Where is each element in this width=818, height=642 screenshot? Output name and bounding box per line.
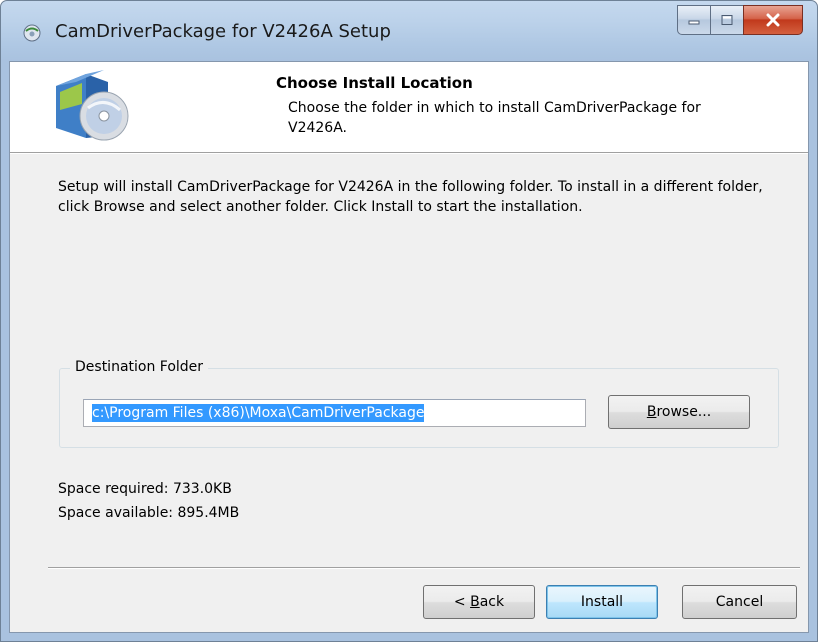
close-button[interactable] — [743, 5, 803, 35]
page-subtitle: Choose the folder in which to install Ca… — [288, 100, 701, 136]
setup-window: CamDriverPackage for V2426A Setup Choose… — [0, 0, 818, 642]
page-title: Choose Install Location — [276, 74, 473, 92]
setup-app-icon — [23, 24, 41, 42]
back-button[interactable]: < Back — [423, 585, 535, 619]
back-accel: B — [470, 594, 480, 610]
install-button[interactable]: Install — [546, 585, 658, 619]
footer-separator — [48, 567, 800, 569]
maximize-icon — [721, 15, 733, 25]
close-icon — [766, 13, 780, 27]
window-title: CamDriverPackage for V2426A Setup — [55, 21, 391, 42]
software-package-icon — [56, 70, 129, 141]
title-bar[interactable]: CamDriverPackage for V2426A Setup — [1, 1, 817, 61]
browse-label: rowse... — [656, 404, 712, 420]
header-divider — [10, 153, 808, 154]
cancel-button[interactable]: Cancel — [682, 585, 797, 619]
browse-button[interactable]: Browse... — [608, 395, 750, 429]
caption-buttons — [677, 5, 803, 35]
minimize-icon — [688, 20, 700, 25]
intro-text: Setup will install CamDriverPackage for … — [58, 179, 763, 215]
browse-accel: B — [646, 404, 657, 420]
destination-path-input[interactable]: c:\Program Files (x86)\Moxa\CamDriverPac… — [83, 399, 586, 427]
dialog-client-area: Choose Install Location Choose the folde… — [9, 61, 809, 633]
destination-path-selected-text: c:\Program Files (x86)\Moxa\CamDriverPac… — [92, 404, 425, 422]
space-available-text: Space available: 895.4MB — [58, 505, 240, 521]
back-label: ack — [479, 594, 505, 610]
destination-folder-label: Destination Folder — [70, 359, 209, 375]
minimize-button[interactable] — [677, 5, 710, 35]
back-prefix: < — [453, 594, 471, 610]
space-required-text: Space required: 733.0KB — [58, 481, 232, 497]
page-header: Choose Install Location Choose the folde… — [10, 62, 808, 153]
maximize-button[interactable] — [710, 5, 743, 35]
